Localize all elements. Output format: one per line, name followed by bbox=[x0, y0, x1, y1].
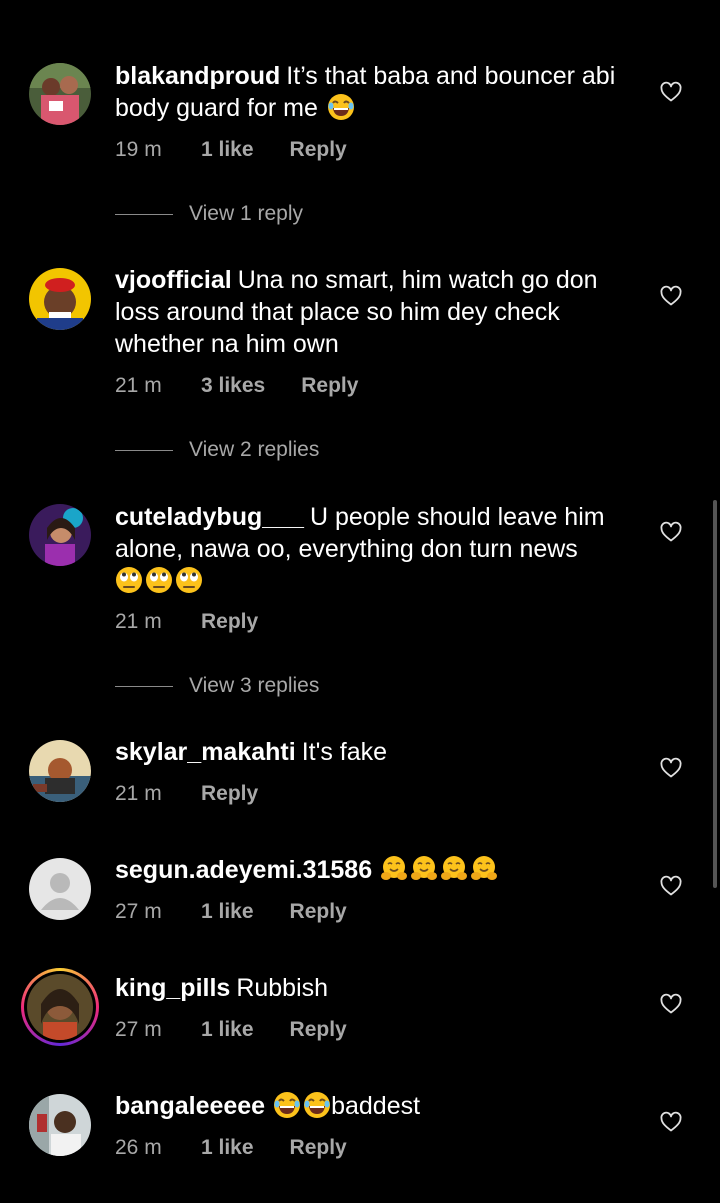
comment-text: king_pills Rubbish bbox=[115, 972, 635, 1004]
comment-likes[interactable]: 1 like bbox=[201, 1018, 254, 1042]
comment-likes[interactable]: 1 like bbox=[201, 900, 254, 924]
comment-text: cuteladybug___ U people should leave him … bbox=[115, 501, 635, 597]
comment-meta: 19 m 1 like Reply bbox=[115, 138, 347, 162]
heart-icon[interactable] bbox=[659, 992, 683, 1016]
view-replies-label: View 3 replies bbox=[189, 674, 320, 697]
comment-time: 21 m bbox=[115, 782, 162, 805]
heart-icon[interactable] bbox=[659, 284, 683, 308]
avatar[interactable] bbox=[29, 63, 91, 125]
avatar[interactable] bbox=[29, 504, 91, 566]
eyeroll-emoji bbox=[115, 566, 143, 594]
avatar bbox=[27, 974, 93, 1040]
laugh-emoji bbox=[273, 1091, 301, 1119]
hug-emoji bbox=[440, 855, 468, 883]
heart-icon[interactable] bbox=[659, 874, 683, 898]
comment-text: blakandproud It’s that baba and bouncer a… bbox=[115, 60, 635, 124]
scrollbar[interactable] bbox=[713, 500, 717, 888]
comment-meta: 27 m 1 like Reply bbox=[115, 900, 347, 924]
heart-icon[interactable] bbox=[659, 756, 683, 780]
laugh-emoji bbox=[303, 1091, 331, 1119]
default-avatar-icon[interactable] bbox=[29, 858, 91, 920]
view-replies-label: View 1 reply bbox=[189, 202, 304, 225]
comment-username[interactable]: skylar_makahti bbox=[115, 738, 296, 766]
story-ring-avatar[interactable] bbox=[21, 968, 99, 1046]
comment-time: 26 m bbox=[115, 1136, 162, 1159]
heart-icon[interactable] bbox=[659, 80, 683, 104]
hug-emoji bbox=[410, 855, 438, 883]
divider bbox=[115, 685, 173, 687]
comment-meta: 21 m Reply bbox=[115, 782, 258, 806]
avatar[interactable] bbox=[29, 1094, 91, 1156]
comment-meta: 26 m 1 like Reply bbox=[115, 1136, 347, 1160]
heart-icon[interactable] bbox=[659, 520, 683, 544]
comment-body: It's fake bbox=[301, 738, 388, 766]
view-replies-button[interactable]: View 1 reply bbox=[115, 202, 303, 226]
divider bbox=[115, 213, 173, 215]
comment-time: 21 m bbox=[115, 610, 162, 633]
eyeroll-emoji bbox=[175, 566, 203, 594]
reply-button[interactable]: Reply bbox=[301, 374, 358, 398]
reply-button[interactable]: Reply bbox=[290, 1018, 347, 1042]
view-replies-button[interactable]: View 3 replies bbox=[115, 674, 319, 698]
reply-button[interactable]: Reply bbox=[201, 782, 258, 806]
view-replies-label: View 2 replies bbox=[189, 438, 320, 461]
comment-likes[interactable]: 1 like bbox=[201, 138, 254, 162]
reply-button[interactable]: Reply bbox=[290, 1136, 347, 1160]
hug-emoji bbox=[470, 855, 498, 883]
avatar[interactable] bbox=[29, 268, 91, 330]
comment-meta: 21 m Reply bbox=[115, 610, 258, 634]
comment-text: skylar_makahti It's fake bbox=[115, 736, 635, 768]
comment-username[interactable]: vjoofficial bbox=[115, 266, 232, 294]
comment-text: bangaleeeee baddest bbox=[115, 1090, 635, 1122]
reply-button[interactable]: Reply bbox=[290, 138, 347, 162]
comment-time: 27 m bbox=[115, 1018, 162, 1041]
comment-meta: 27 m 1 like Reply bbox=[115, 1018, 347, 1042]
comment-body: baddest bbox=[331, 1092, 421, 1120]
comment-likes[interactable]: 3 likes bbox=[201, 374, 265, 398]
comment-username[interactable]: segun.adeyemi.31586 bbox=[115, 856, 372, 884]
comment-meta: 21 m 3 likes Reply bbox=[115, 374, 358, 398]
reply-button[interactable]: Reply bbox=[201, 610, 258, 634]
reply-button[interactable]: Reply bbox=[290, 900, 347, 924]
comment-time: 27 m bbox=[115, 900, 162, 923]
view-replies-button[interactable]: View 2 replies bbox=[115, 438, 319, 462]
heart-icon[interactable] bbox=[659, 1110, 683, 1134]
comment-username[interactable]: cuteladybug___ bbox=[115, 503, 304, 531]
comment-text: vjoofficial Una no smart, him watch go do… bbox=[115, 264, 635, 360]
avatar[interactable] bbox=[29, 740, 91, 802]
comment-time: 21 m bbox=[115, 374, 162, 397]
comment-body: Rubbish bbox=[236, 974, 329, 1002]
comment-time: 19 m bbox=[115, 138, 162, 161]
comment-username[interactable]: bangaleeeee bbox=[115, 1092, 265, 1120]
comment-username[interactable]: blakandproud bbox=[115, 62, 280, 90]
laugh-emoji bbox=[327, 93, 355, 121]
comment-likes[interactable]: 1 like bbox=[201, 1136, 254, 1160]
comment-username[interactable]: king_pills bbox=[115, 974, 230, 1002]
hug-emoji bbox=[380, 855, 408, 883]
eyeroll-emoji bbox=[145, 566, 173, 594]
divider bbox=[115, 449, 173, 451]
comment-text: segun.adeyemi.31586 bbox=[115, 854, 635, 886]
